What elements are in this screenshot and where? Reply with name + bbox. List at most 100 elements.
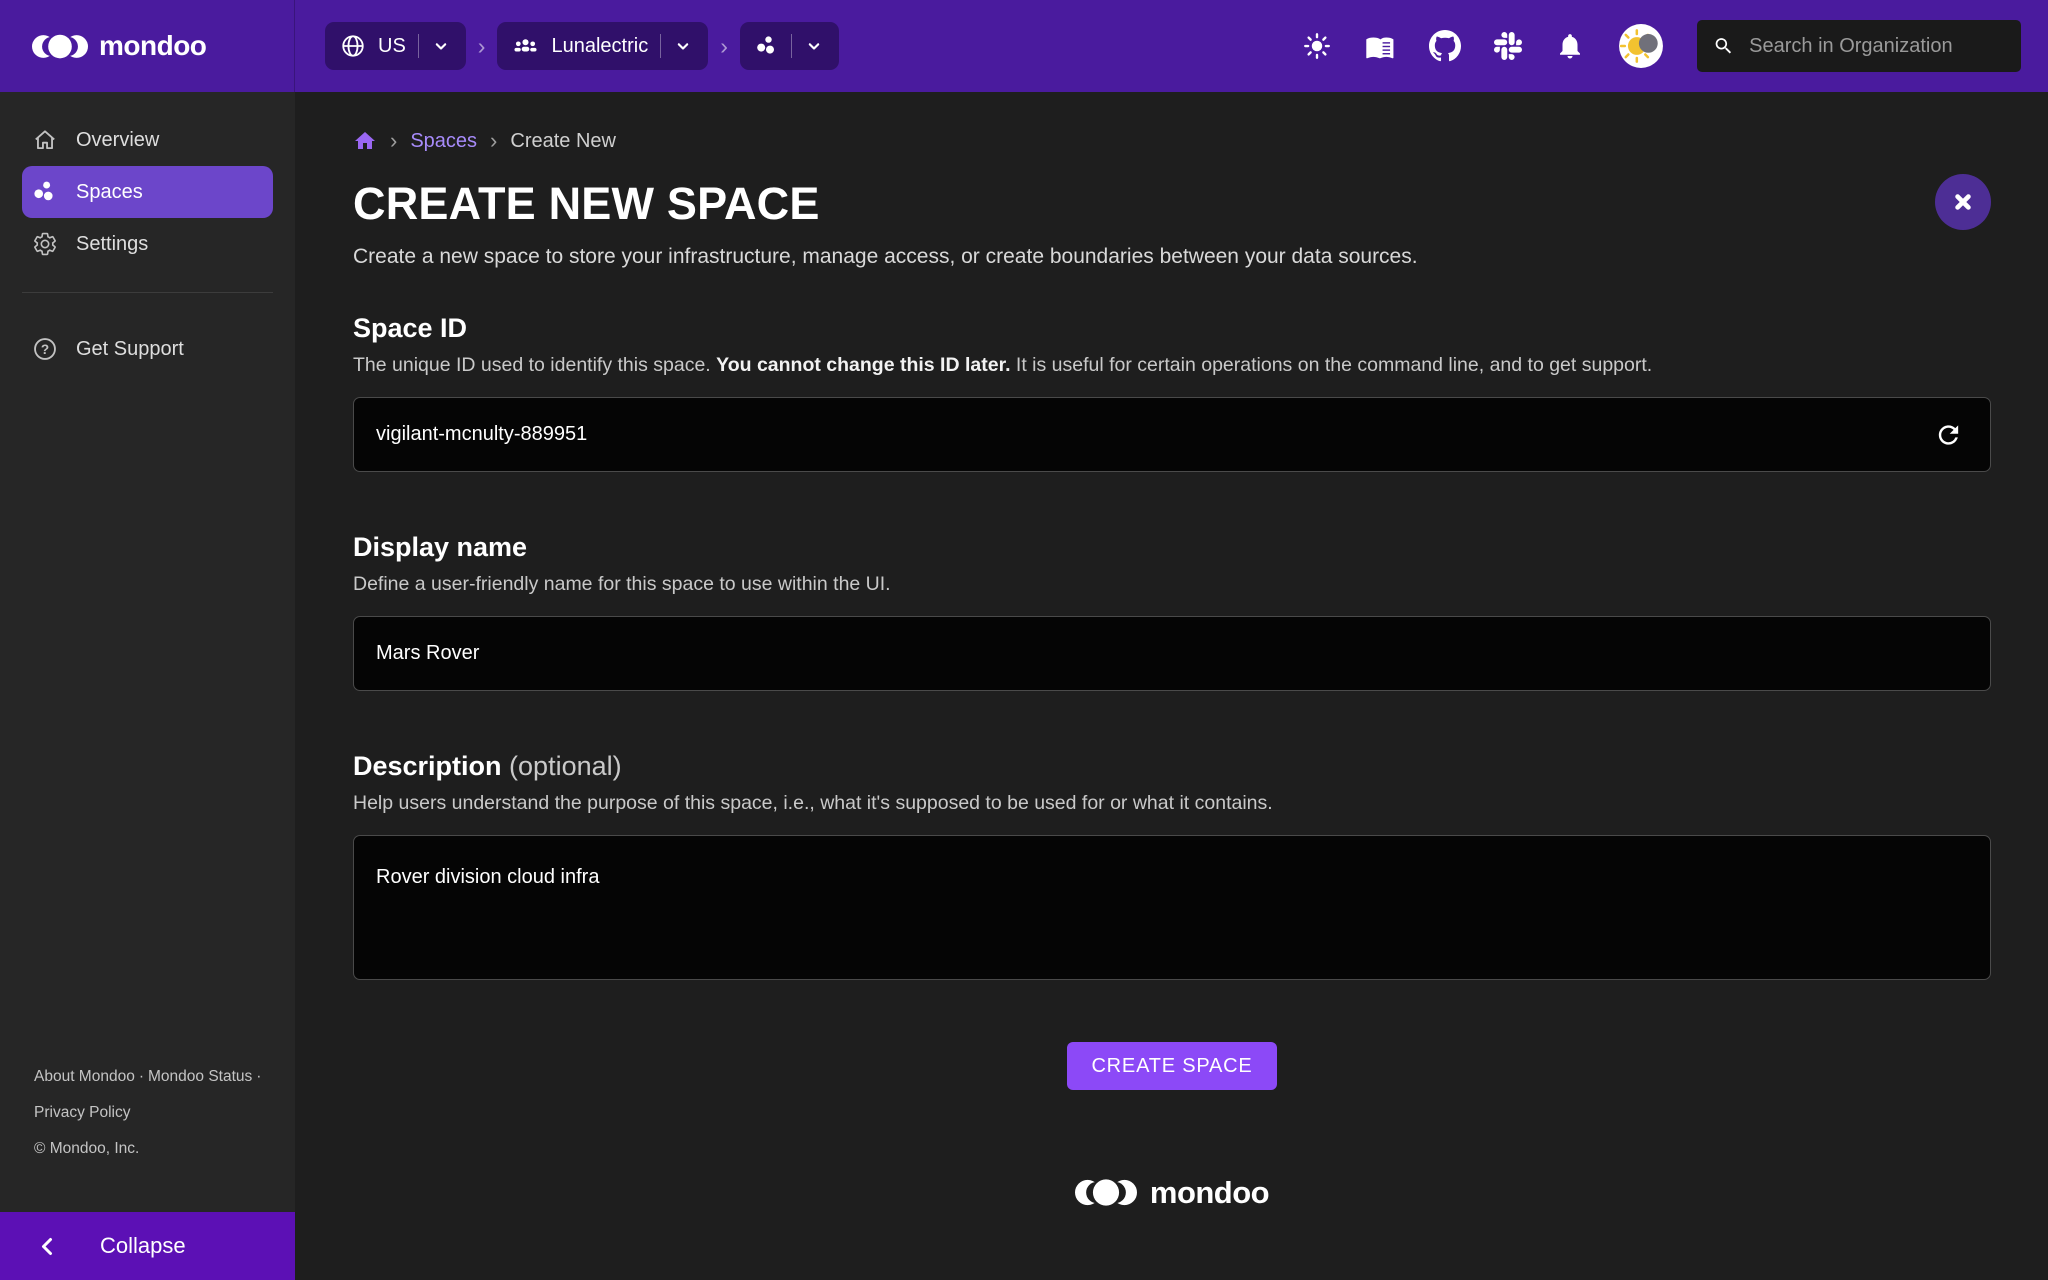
sun-icon — [1302, 31, 1332, 61]
docs-book-icon — [1365, 31, 1396, 62]
description-textarea[interactable]: Rover division cloud infra — [353, 835, 1991, 980]
footer-link-privacy[interactable]: Privacy Policy — [34, 1104, 130, 1121]
home-icon — [32, 127, 58, 153]
main-content: › Spaces › Create New CREATE NEW SPACE C… — [295, 92, 2048, 1280]
user-avatar[interactable] — [1618, 23, 1664, 69]
search-icon — [1713, 34, 1734, 58]
spaces-dots-icon — [32, 179, 58, 205]
space-id-help-bold: You cannot change this ID later. — [716, 354, 1010, 376]
chevron-left-icon — [36, 1234, 60, 1258]
space-selector[interactable] — [740, 22, 839, 70]
chevron-down-icon — [431, 36, 451, 56]
display-name-input[interactable] — [353, 616, 1991, 691]
sidebar-item-label: Spaces — [76, 181, 143, 204]
mondoo-logo-icon — [32, 28, 88, 65]
collapse-label: Collapse — [100, 1233, 186, 1259]
svg-text:?: ? — [41, 342, 49, 357]
display-name-help: Define a user-friendly name for this spa… — [353, 573, 1991, 596]
theme-toggle-button[interactable] — [1302, 31, 1332, 61]
app: mondoo US › Lunalectric — [0, 0, 2048, 1280]
slack-icon — [1494, 32, 1522, 60]
shell: Overview Spaces Settings ? — [0, 92, 2048, 1280]
footer-links-line: About Mondoo·Mondoo Status· — [34, 1068, 285, 1086]
close-icon — [1949, 188, 1977, 216]
github-button[interactable] — [1429, 30, 1461, 62]
description-optional-suffix: (optional) — [509, 751, 622, 781]
sidebar-item-label: Overview — [76, 129, 159, 152]
docs-button[interactable] — [1365, 31, 1396, 62]
org-nav: US › Lunalectric › — [325, 22, 839, 70]
form-actions: CREATE SPACE — [353, 1042, 1991, 1090]
title-row: CREATE NEW SPACE — [353, 178, 1991, 230]
org-people-icon — [512, 33, 539, 60]
github-icon — [1429, 30, 1461, 62]
display-name-section: Display name Define a user-friendly name… — [353, 532, 1991, 691]
page-title: CREATE NEW SPACE — [353, 178, 820, 230]
notifications-button[interactable] — [1555, 31, 1585, 61]
sidebar-divider — [22, 292, 273, 293]
breadcrumb-separator: › — [390, 128, 397, 154]
create-space-button[interactable]: CREATE SPACE — [1067, 1042, 1276, 1090]
chevron-down-icon — [673, 36, 693, 56]
globe-icon — [340, 33, 366, 59]
help-icon: ? — [32, 336, 58, 362]
slack-button[interactable] — [1494, 32, 1522, 60]
avatar-eclipse-icon — [1618, 23, 1664, 69]
mondoo-logo-icon — [1075, 1172, 1137, 1213]
collapse-sidebar-button[interactable]: Collapse — [0, 1212, 295, 1280]
spaces-dots-icon — [755, 34, 779, 58]
search-box — [1697, 20, 2021, 72]
space-id-input[interactable] — [353, 397, 1991, 472]
search-input[interactable] — [1747, 34, 2005, 59]
breadcrumb-separator: › — [490, 128, 497, 154]
topbar: mondoo US › Lunalectric — [0, 0, 2048, 92]
org-label: Lunalectric — [551, 35, 648, 58]
sidebar-item-label: Settings — [76, 233, 148, 256]
footer-link-status[interactable]: Mondoo Status — [148, 1068, 252, 1085]
brand[interactable]: mondoo — [0, 0, 295, 92]
description-label: Description (optional) — [353, 751, 1991, 782]
space-id-help-post: It is useful for certain operations on t… — [1011, 354, 1653, 376]
description-section: Description (optional) Help users unders… — [353, 751, 1991, 980]
description-label-text: Description — [353, 751, 502, 781]
topbar-actions — [1302, 20, 2048, 72]
footer-link-about[interactable]: About Mondoo — [34, 1068, 135, 1085]
pill-divider — [791, 34, 792, 58]
sidebar-item-overview[interactable]: Overview — [22, 114, 273, 166]
sidebar-item-get-support[interactable]: ? Get Support — [22, 323, 273, 375]
sidebar-item-label: Get Support — [76, 338, 184, 361]
sidebar-item-settings[interactable]: Settings — [22, 218, 273, 270]
gear-icon — [32, 231, 58, 257]
region-label: US — [378, 35, 406, 58]
pill-divider — [418, 34, 419, 58]
nav-separator: › — [720, 33, 728, 60]
chevron-down-icon — [804, 36, 824, 56]
space-id-help-pre: The unique ID used to identify this spac… — [353, 354, 716, 376]
footer-copyright: © Mondoo, Inc. — [34, 1140, 285, 1158]
display-name-label: Display name — [353, 532, 1991, 563]
pill-divider — [660, 34, 661, 58]
breadcrumb-home-icon — [353, 129, 377, 153]
region-selector[interactable]: US — [325, 22, 466, 70]
footer-separator: · — [139, 1068, 144, 1085]
sidebar-item-spaces[interactable]: Spaces — [22, 166, 273, 218]
refresh-icon — [1934, 420, 1963, 449]
org-selector[interactable]: Lunalectric — [497, 22, 708, 70]
regenerate-id-button[interactable] — [1928, 419, 1969, 450]
breadcrumb-home[interactable] — [353, 129, 377, 153]
footer-brand-wordmark: mondoo — [1150, 1175, 1269, 1211]
space-id-field — [353, 397, 1991, 472]
description-help: Help users understand the purpose of thi… — [353, 792, 1991, 815]
nav-separator: › — [478, 33, 486, 60]
sidebar: Overview Spaces Settings ? — [0, 92, 295, 1280]
display-name-field — [353, 616, 1991, 691]
breadcrumb: › Spaces › Create New — [353, 128, 1991, 154]
space-id-label: Space ID — [353, 313, 1991, 344]
bell-icon — [1555, 31, 1585, 61]
space-id-section: Space ID The unique ID used to identify … — [353, 313, 1991, 472]
close-button[interactable] — [1935, 174, 1991, 230]
brand-wordmark: mondoo — [99, 30, 206, 62]
breadcrumb-spaces-link[interactable]: Spaces — [410, 130, 477, 153]
breadcrumb-current: Create New — [510, 130, 616, 153]
space-id-help: The unique ID used to identify this spac… — [353, 354, 1991, 377]
